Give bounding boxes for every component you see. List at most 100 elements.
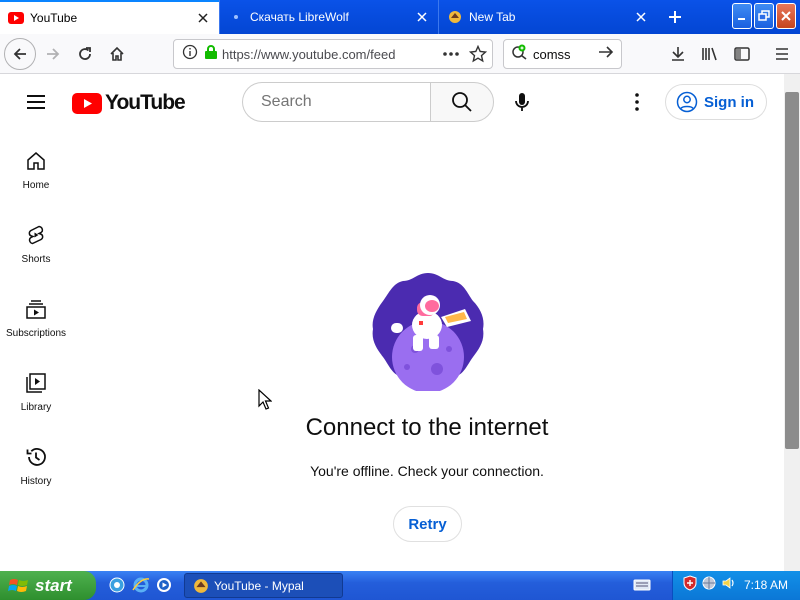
- shorts-icon: [28, 225, 44, 245]
- sidebar-item-label: Library: [20, 402, 52, 413]
- loading-dot-icon: [228, 9, 244, 25]
- tab-strip: YouTube Скачать LibreWolf New Tab: [0, 0, 800, 34]
- reload-icon: [79, 47, 91, 60]
- search-query[interactable]: comss: [533, 47, 597, 62]
- hamburger-icon: [27, 95, 45, 109]
- library-icon: [26, 373, 46, 393]
- url-text[interactable]: https://www.youtube.com/feed: [222, 47, 402, 62]
- forward-button[interactable]: [37, 38, 69, 70]
- clock: 7:18 AM: [744, 578, 789, 592]
- offline-title: Connect to the internet: [305, 414, 549, 441]
- page-actions-icon[interactable]: [442, 46, 460, 67]
- youtube-header: YouTube Sign in: [0, 74, 784, 130]
- offline-illustration: [367, 269, 489, 393]
- tab-title: New Tab: [469, 10, 516, 24]
- sidebar-item-history[interactable]: History: [0, 426, 72, 500]
- search-engine-icon[interactable]: [511, 44, 529, 65]
- sidebar-item-subscriptions[interactable]: Subscriptions: [0, 278, 72, 352]
- security-shield-icon[interactable]: [683, 575, 697, 596]
- keyboard-layout-icon[interactable]: [633, 577, 651, 598]
- sidebar-item-label: Home: [22, 180, 50, 191]
- restore-icon: [758, 10, 770, 21]
- sidebar-item-home[interactable]: Home: [0, 130, 72, 204]
- restore-button[interactable]: [754, 3, 774, 29]
- minimize-button[interactable]: [732, 3, 752, 29]
- home-icon: [27, 152, 45, 170]
- search-bar[interactable]: comss: [503, 39, 622, 69]
- info-icon[interactable]: [182, 44, 198, 65]
- sidebar-item-label: History: [20, 476, 52, 487]
- start-label: start: [35, 575, 72, 595]
- media-player-icon[interactable]: [155, 576, 173, 594]
- sidebar-item-label: Shorts: [21, 254, 51, 265]
- search-box[interactable]: [242, 82, 431, 122]
- guide-menu-button[interactable]: [20, 89, 52, 115]
- address-bar[interactable]: https://www.youtube.com/feed: [173, 39, 493, 69]
- tab-title: Скачать LibreWolf: [250, 10, 349, 24]
- taskbar: start YouTube - Mypal 7:18 AM: [0, 571, 800, 600]
- close-tab-icon[interactable]: [633, 9, 649, 25]
- tab-librewolf[interactable]: Скачать LibreWolf: [219, 0, 438, 34]
- minimize-icon: [738, 18, 745, 20]
- taskbar-item-youtube-mypal[interactable]: YouTube - Mypal: [184, 573, 343, 598]
- download-icon: [672, 47, 684, 61]
- plus-icon: [669, 11, 681, 23]
- library-button[interactable]: [694, 38, 726, 70]
- sidebar-item-library[interactable]: Library: [0, 352, 72, 426]
- more-vert-icon: [635, 93, 639, 111]
- search-input[interactable]: [259, 92, 419, 112]
- bookmark-star-icon[interactable]: [468, 44, 488, 68]
- mouse-cursor-icon: [258, 388, 273, 416]
- back-button[interactable]: [4, 38, 36, 70]
- retry-button[interactable]: Retry: [393, 506, 462, 542]
- sidebar-icon: [734, 47, 750, 61]
- microphone-icon: [515, 93, 529, 111]
- home-button[interactable]: [101, 38, 133, 70]
- search-button[interactable]: [430, 82, 494, 122]
- tab-youtube[interactable]: YouTube: [0, 0, 219, 34]
- mypal-icon: [194, 578, 208, 593]
- library-shelf-icon: [702, 47, 717, 61]
- new-tab-button[interactable]: [660, 5, 690, 29]
- scrollbar-thumb[interactable]: [785, 92, 799, 449]
- voice-search-button[interactable]: [510, 90, 534, 114]
- tab-new-tab[interactable]: New Tab: [438, 0, 657, 34]
- search-icon: [452, 92, 472, 112]
- account-circle-icon: [676, 91, 698, 113]
- internet-explorer-icon[interactable]: [132, 576, 150, 594]
- sidebar-toggle-button[interactable]: [726, 38, 758, 70]
- start-button[interactable]: start: [0, 571, 96, 600]
- youtube-favicon-icon: [8, 10, 24, 26]
- downloads-button[interactable]: [662, 38, 694, 70]
- astronaut-illustration-icon: [372, 273, 484, 393]
- menu-button[interactable]: [766, 38, 798, 70]
- volume-icon[interactable]: [721, 575, 737, 596]
- sign-in-label: Sign in: [704, 93, 754, 111]
- page-scrollbar[interactable]: [784, 74, 800, 571]
- history-icon: [26, 448, 46, 466]
- close-window-button[interactable]: [776, 3, 796, 29]
- navigation-toolbar: https://www.youtube.com/feed comss: [0, 34, 800, 74]
- youtube-play-icon: [72, 92, 102, 114]
- windows-flag-icon: [8, 578, 28, 592]
- sidebar-item-label: Subscriptions: [5, 328, 67, 339]
- tab-title: YouTube: [30, 11, 78, 25]
- subscriptions-icon: [26, 300, 46, 319]
- reload-button[interactable]: [69, 38, 101, 70]
- sidebar-item-shorts[interactable]: Shorts: [0, 204, 72, 278]
- youtube-logo[interactable]: YouTube: [72, 91, 186, 115]
- task-label: YouTube - Mypal: [214, 578, 304, 593]
- network-icon[interactable]: [701, 575, 717, 596]
- settings-more-button[interactable]: [625, 90, 649, 114]
- close-tab-icon[interactable]: [195, 10, 211, 26]
- quicklaunch-desktop-icon[interactable]: [108, 576, 126, 594]
- search-go-arrow-icon[interactable]: [597, 44, 615, 65]
- close-tab-icon[interactable]: [414, 9, 430, 25]
- home-icon: [110, 46, 124, 61]
- logo-text: YouTube: [105, 91, 186, 114]
- sign-in-button[interactable]: Sign in: [665, 84, 767, 120]
- forward-arrow-icon: [47, 48, 60, 60]
- lock-icon[interactable]: [204, 44, 218, 65]
- back-arrow-icon: [13, 48, 26, 60]
- mypal-favicon-icon: [447, 9, 463, 25]
